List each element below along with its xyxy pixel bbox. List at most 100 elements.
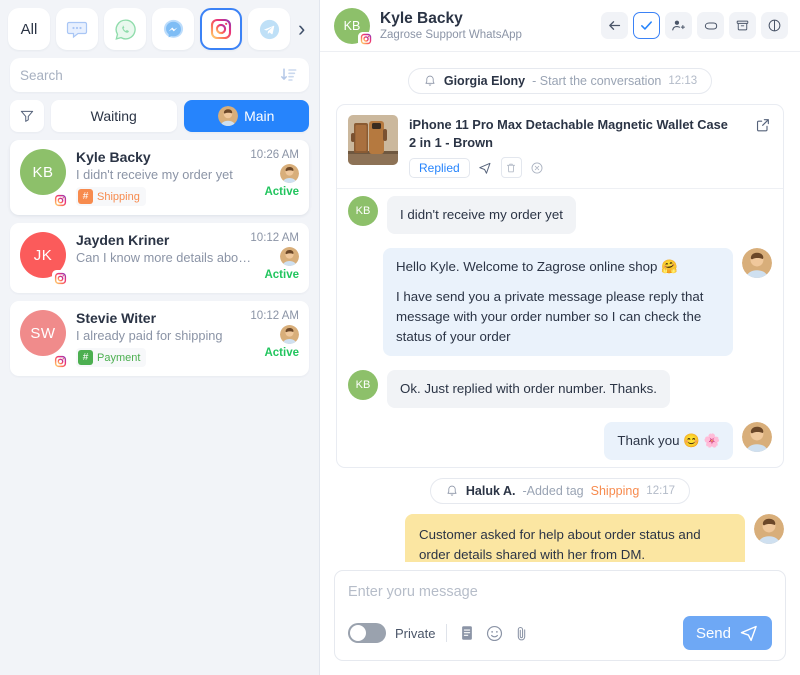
emoji-icon [487,625,503,641]
event-action: -Added tag [522,483,584,498]
message-bubble: Ok. Just replied with order number. Than… [387,370,670,408]
message-row-incoming: KB Ok. Just replied with order number. T… [337,363,783,415]
conversation-time: 10:26 AM [250,149,299,161]
tag-hash-icon: # [78,189,93,204]
archive-icon [736,20,749,31]
composer-section: Private [320,562,800,675]
status-badge: Active [264,347,299,359]
message-input[interactable] [348,584,772,616]
telegram-icon [259,19,279,39]
product-thumbnail [348,115,398,165]
messaging-app: All › Search Waiting Main KB Kyle Backy … [0,0,800,675]
back-arrow-icon [609,21,621,30]
message-line-1: Hello Kyle. Welcome to Zagrose online sh… [396,259,678,275]
conversation-item-kyle-backy[interactable]: KB Kyle Backy I didn't receive my order … [10,140,309,215]
conversation-tag[interactable]: # Payment [76,348,147,367]
channel-filter-whatsapp[interactable] [104,8,146,50]
avatar-initials: SW [20,310,66,356]
agent-avatar [754,513,784,544]
back-arrow-button[interactable] [601,12,628,39]
messenger-icon [163,19,183,38]
search-section [0,54,319,98]
instagram-icon [52,192,68,208]
send-button-label: Send [695,624,731,642]
avatar: SW [20,310,68,369]
product-title-line1: iPhone 11 Pro Max Detachable Magnetic Wa… [409,117,728,132]
sort-descending-icon[interactable] [279,65,299,85]
archive-button[interactable] [729,12,756,39]
trash-icon [507,163,516,173]
assigned-agent-avatar [280,164,299,183]
composer: Private [334,570,786,661]
send-button[interactable] [475,157,496,178]
tag-button[interactable] [697,12,724,39]
system-event-start: Giorgia Elony - Start the conversation 1… [336,68,784,94]
event-time: 12:13 [668,75,698,87]
filter-button[interactable] [10,100,44,132]
status-badge: Active [264,186,299,198]
assigned-agent-avatar [280,247,299,266]
replied-badge[interactable]: Replied [409,157,470,178]
page-title: Kyle Backy [380,10,463,28]
send-message-button[interactable]: Send [682,616,772,650]
conversation-item-stevie-witer[interactable]: SW Stevie Witer I already paid for shipp… [10,301,309,376]
event-highlight: Shipping [590,483,640,498]
channel-next-icon[interactable]: › [296,18,305,40]
tab-main-label: Main [244,108,275,124]
tab-main-avatar [218,106,239,126]
message-bubble: I didn't receive my order yet [387,196,576,235]
assign-user-button[interactable] [665,12,692,39]
conversation-preview: I didn't receive my order yet [76,167,233,182]
avatar: JK [20,232,68,286]
message-avatar: KB [348,196,378,227]
conversation-preview: I already paid for shipping [76,328,223,343]
tab-waiting[interactable]: Waiting [51,100,177,132]
product-info: iPhone 11 Pro Max Detachable Magnetic Wa… [409,115,772,179]
message-avatar: KB [348,370,378,400]
private-toggle[interactable] [348,623,386,643]
instagram-icon [358,31,373,47]
conversation-meta: 10:12 AM Active [250,310,299,359]
funnel-filter-icon [20,110,34,122]
contrast-icon [768,19,781,32]
avatar-initials: KB [20,149,66,195]
tab-waiting-label: Waiting [90,108,137,124]
send-icon [479,162,491,174]
conversation-preview: Can I know more details about this phone… [76,250,251,265]
contrast-button[interactable] [761,12,788,39]
event-actor: Giorgia Elony [443,74,526,88]
attachment-button[interactable] [513,625,530,642]
emoji-button[interactable] [485,624,504,643]
attachment-icon [518,626,526,640]
product-actions: Replied [409,157,772,179]
chat-header-actions [601,12,788,39]
chat-header-subtitle: Zagrose Support WhatsApp [380,28,522,41]
status-badge: Active [264,269,299,281]
bell-icon [425,75,435,86]
channel-filter-telegram[interactable] [248,8,290,50]
message-row-agent: Hello Kyle. Welcome to Zagrose online sh… [337,241,783,363]
open-external-button[interactable] [753,115,773,135]
search-input[interactable] [20,67,279,83]
channel-filter-bar: All › [0,0,319,54]
search-box[interactable] [10,58,309,92]
conversation-meta: 10:12 AM Active [250,232,299,281]
conversation-tag[interactable]: # Shipping [76,187,146,206]
bell-icon [447,485,457,496]
tag-hash-icon: # [78,350,93,365]
chat-header-text: Kyle Backy Zagrose Support WhatsApp [380,10,591,41]
channel-filter-messenger[interactable] [152,8,194,50]
delete-button[interactable] [500,157,522,179]
channel-filter-livechat[interactable] [56,8,98,50]
note-button[interactable] [458,624,476,642]
cancel-button[interactable] [527,157,548,178]
channel-filter-instagram[interactable] [200,8,242,50]
channel-filter-all[interactable]: All [8,8,50,50]
whatsapp-icon [114,18,136,40]
product-title-line2: 2 in 1 - Brown [409,134,493,150]
system-event-pill: Haluk A. -Added tag Shipping 12:17 [429,477,691,504]
event-time: 12:17 [646,484,676,497]
conversation-item-jayden-kriner[interactable]: JK Jayden Kriner Can I know more details… [10,223,309,293]
tab-main[interactable]: Main [183,100,309,132]
resolve-check-button[interactable] [633,12,660,39]
